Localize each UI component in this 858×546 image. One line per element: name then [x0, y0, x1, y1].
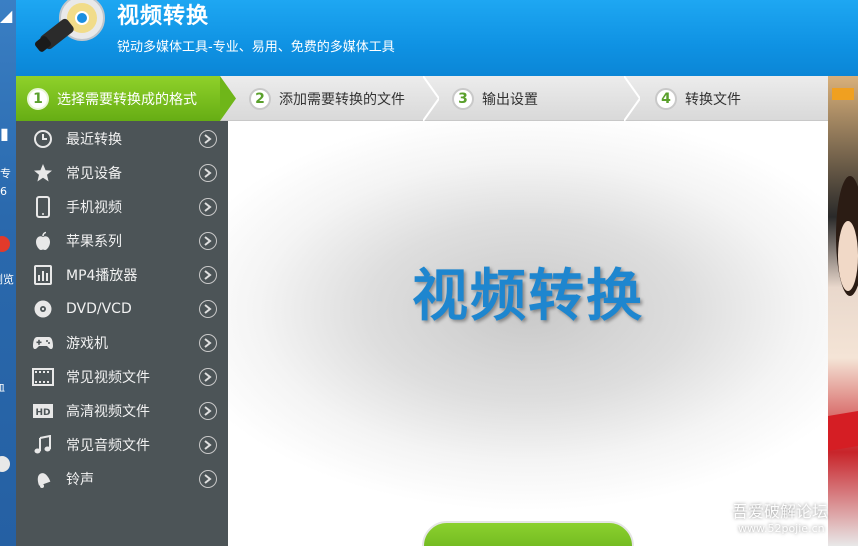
sidebar-item-recent[interactable]: 最近转换 [16, 122, 228, 156]
sidebar-item-label: 常见音频文件 [66, 438, 150, 454]
banner-title: 视频转换 [412, 264, 644, 329]
chevron-right-icon[interactable] [199, 266, 217, 284]
sidebar-item-ringtone[interactable]: 铃声 [16, 462, 228, 496]
chevron-right-icon[interactable] [199, 164, 217, 182]
sidebar-item-label: 高清视频文件 [66, 404, 150, 420]
desktop-icon-fragment: ▮ [0, 124, 9, 143]
chevron-right-icon[interactable] [199, 470, 217, 488]
watermark-url: www.52pojie.cn [738, 522, 825, 535]
app-title: 视频转换 [117, 4, 210, 29]
music-note-icon [32, 434, 54, 456]
step-chevron-icon [624, 76, 640, 121]
step-label: 选择需要转换成的格式 [57, 91, 197, 108]
step-1-select-format[interactable]: 1 选择需要转换成的格式 [16, 76, 220, 121]
sidebar-item-common-audio[interactable]: 常见音频文件 [16, 428, 228, 462]
chevron-right-icon[interactable] [199, 130, 217, 148]
desktop-text-fragment: 浏览 [0, 273, 14, 286]
sidebar-item-label: 游戏机 [66, 336, 108, 352]
step-number: 1 [27, 87, 49, 110]
sidebar-item-apple-series[interactable]: 苹果系列 [16, 224, 228, 258]
step-chevron-icon [220, 76, 236, 121]
sidebar-item-mobile-video[interactable]: 手机视频 [16, 190, 228, 224]
chevron-right-icon[interactable] [199, 334, 217, 352]
main-welcome-panel: 视频转换 [228, 121, 828, 546]
sidebar-item-label: 苹果系列 [66, 234, 122, 250]
app-header: 视频转换 锐动多媒体工具-专业、易用、免费的多媒体工具 [16, 0, 858, 76]
film-icon [32, 366, 54, 388]
bell-icon [32, 468, 54, 490]
chevron-right-icon[interactable] [199, 368, 217, 386]
svg-text:HD: HD [35, 408, 50, 418]
gamepad-icon [32, 332, 54, 354]
clock-icon [32, 128, 54, 150]
sidebar-item-label: DVD/VCD [66, 301, 132, 317]
sidebar-item-label: MP4播放器 [66, 268, 138, 284]
sidebar-item-game-console[interactable]: 游戏机 [16, 326, 228, 360]
sidebar-item-label: 手机视频 [66, 200, 122, 216]
step-number: 2 [249, 87, 271, 110]
desktop-text-fragment: 血 [0, 382, 5, 394]
step-3-output-settings[interactable]: 3 输出设置 [452, 76, 632, 121]
step-number: 3 [452, 87, 474, 110]
sidebar-item-common-devices[interactable]: 常见设备 [16, 156, 228, 190]
desktop-icon-fragment [0, 456, 10, 472]
chevron-right-icon[interactable] [199, 402, 217, 420]
sidebar-item-common-video[interactable]: 常见视频文件 [16, 360, 228, 394]
step-number: 4 [655, 87, 677, 110]
mp4-player-icon [32, 264, 54, 286]
desktop-icon-fragment [0, 236, 10, 252]
watermark-text: 吾爱破解论坛 [732, 502, 829, 521]
step-label: 添加需要转换的文件 [279, 91, 405, 108]
desktop-icon-fragment: ◢ [0, 6, 13, 25]
chevron-right-icon[interactable] [199, 232, 217, 250]
step-2-add-files[interactable]: 2 添加需要转换的文件 [249, 76, 439, 121]
sidebar-item-label: 最近转换 [66, 132, 122, 148]
camera-disc-logo-icon [35, 0, 105, 52]
step-4-convert[interactable]: 4 转换文件 [655, 76, 815, 121]
start-button[interactable] [422, 521, 634, 546]
step-chevron-icon [423, 76, 439, 121]
sidebar-item-label: 常见设备 [66, 166, 122, 182]
step-label: 输出设置 [482, 91, 538, 108]
sidebar-item-label: 铃声 [66, 472, 94, 488]
steps-bar: 1 选择需要转换成的格式 2 添加需要转换的文件 3 输出设置 4 转换文件 [16, 76, 828, 121]
sidebar-item-hd-video[interactable]: HD 高清视频文件 [16, 394, 228, 428]
chevron-right-icon[interactable] [199, 198, 217, 216]
advertisement-image[interactable] [828, 76, 858, 546]
desktop-text-fragment: 专 [0, 167, 11, 180]
chevron-right-icon[interactable] [199, 436, 217, 454]
step-label: 转换文件 [685, 91, 741, 108]
phone-icon [32, 196, 54, 218]
star-icon [32, 162, 54, 184]
desktop-text-fragment: 6 [0, 185, 7, 198]
disc-icon [32, 298, 54, 320]
desktop-strip: ◢ ▮ 专 6 浏览 血 [0, 0, 16, 546]
sidebar-item-mp4-player[interactable]: MP4播放器 [16, 258, 228, 292]
hd-icon: HD [32, 400, 54, 422]
chevron-right-icon[interactable] [199, 300, 217, 318]
format-category-sidebar: 最近转换 常见设备 手机视频 苹果系列 MP4播放器 DVD/VCD 游戏机 常… [16, 121, 228, 546]
app-subtitle: 锐动多媒体工具-专业、易用、免费的多媒体工具 [117, 40, 395, 55]
apple-icon [32, 230, 54, 252]
sidebar-item-dvd-vcd[interactable]: DVD/VCD [16, 292, 228, 326]
sidebar-item-label: 常见视频文件 [66, 370, 150, 386]
